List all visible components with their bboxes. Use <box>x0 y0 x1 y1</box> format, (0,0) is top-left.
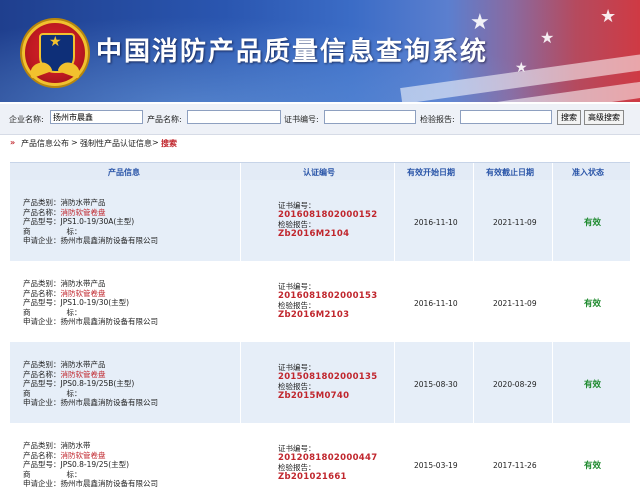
report-label: 检验报告: <box>420 115 455 124</box>
product-model: 产品型号：JPS0.8-19/25B(主型) <box>23 379 135 388</box>
product-model: 产品型号：JPS0.8-19/25(主型) <box>23 460 130 469</box>
cert-number-link[interactable]: 2016081802000153 <box>278 291 377 302</box>
page-title: 中国消防产品质量信息查询系统 <box>96 37 489 67</box>
breadcrumb-item-search: 搜索 <box>161 139 177 148</box>
product-brand: 商标： <box>23 469 82 479</box>
report-number-link[interactable]: Zb2016M2104 <box>278 229 377 240</box>
breadcrumb-separator: > <box>71 138 78 147</box>
breadcrumb-separator: > <box>152 138 159 147</box>
header-banner: ★ ★ ★ ★ ★ 中国消防产品质量信息查询系统 <box>0 0 640 102</box>
cert-cell: 证书编号： 2016081802000152 检验报告： Zb2016M2104 <box>278 201 378 240</box>
breadcrumb-arrow-icon: » <box>10 138 16 147</box>
status-badge: 有效 <box>584 380 602 390</box>
start-date: 2016-11-10 <box>414 299 458 308</box>
product-label: 产品名称: <box>147 115 182 124</box>
product-name-line: 产品名称：消防软管卷盘 <box>23 288 106 298</box>
column-header-product-info: 产品信息 <box>108 168 140 177</box>
product-info-cell: 产品类别：消防水带 产品名称：消防软管卷盘 产品型号：JPS0.8-19/25(… <box>23 441 158 489</box>
company-name-input[interactable] <box>50 110 143 124</box>
end-date: 2017-11-26 <box>493 461 537 470</box>
product-name-input[interactable] <box>187 110 281 124</box>
product-info-cell: 产品类别：消防水带产品 产品名称：消防软管卷盘 产品型号：JPS1.0-19/3… <box>23 279 158 327</box>
product-name-link[interactable]: 消防软管卷盘 <box>61 289 106 298</box>
product-category: 产品类别：消防水带产品 <box>23 360 106 369</box>
cert-number-link[interactable]: 2012081802000447 <box>278 453 377 464</box>
star-icon: ★ <box>600 6 617 27</box>
end-date: 2021-11-09 <box>493 218 537 227</box>
report-number-link[interactable]: Zb2016M2103 <box>278 310 377 321</box>
product-brand: 商标： <box>23 388 82 398</box>
start-date: 2016-11-10 <box>414 218 458 227</box>
search-button[interactable]: 搜索 <box>557 110 581 125</box>
star-icon: ★ <box>540 28 555 47</box>
applicant-company: 申请企业：扬州市晨鑫消防设备有限公司 <box>23 398 158 407</box>
breadcrumb-item-ccc-info[interactable]: 强制性产品认证信息 <box>80 138 152 149</box>
table-header: 产品信息 认证编号 有效开始日期 有效截止日期 准入状态 <box>10 162 630 181</box>
breadcrumb-item-product-info[interactable]: 产品信息公布 <box>21 138 69 149</box>
column-header-end-date: 有效截止日期 <box>486 168 534 177</box>
product-name-link[interactable]: 消防软管卷盘 <box>61 208 106 217</box>
report-number-link[interactable]: Zb2015M0740 <box>278 391 377 402</box>
status-badge: 有效 <box>584 218 602 228</box>
breadcrumb: » 产品信息公布 > 强制性产品认证信息 > 搜索 <box>0 134 640 150</box>
table-row[interactable]: 产品类别：消防水带产品 产品名称：消防软管卷盘 产品型号：JPS1.0-19/3… <box>10 180 630 261</box>
end-date: 2020-08-29 <box>493 380 537 389</box>
product-name-line: 产品名称：消防软管卷盘 <box>23 207 106 217</box>
status-badge: 有效 <box>584 299 602 309</box>
product-brand: 商标： <box>23 307 82 317</box>
applicant-company: 申请企业：扬州市晨鑫消防设备有限公司 <box>23 479 158 488</box>
end-date: 2021-11-09 <box>493 299 537 308</box>
column-header-cert-no: 认证编号 <box>303 168 335 177</box>
cert-cell: 证书编号： 2016081802000153 检验报告： Zb2016M2103 <box>278 282 378 321</box>
product-name-line: 产品名称：消防软管卷盘 <box>23 369 106 379</box>
product-name-line: 产品名称：消防软管卷盘 <box>23 450 106 460</box>
cert-cell: 证书编号： 2012081802000447 检验报告： Zb201021661 <box>278 444 378 483</box>
search-bar: 企业名称: 产品名称: 证书编号: 检验报告: 搜索 高级搜索 <box>0 104 640 135</box>
applicant-company: 申请企业：扬州市晨鑫消防设备有限公司 <box>23 236 158 245</box>
column-header-status: 准入状态 <box>572 168 604 177</box>
product-category: 产品类别：消防水带 <box>23 441 91 450</box>
product-name-link[interactable]: 消防软管卷盘 <box>61 370 106 379</box>
cert-label: 证书编号: <box>284 115 319 124</box>
cert-number-link[interactable]: 2016081802000152 <box>278 210 377 221</box>
company-label: 企业名称: <box>9 115 44 124</box>
cert-number-input[interactable] <box>324 110 416 124</box>
product-model: 产品型号：JPS1.0-19/30A(主型) <box>23 217 135 226</box>
police-emblem-icon: ★ <box>22 20 88 86</box>
star-icon: ★ <box>515 60 528 76</box>
report-number-link[interactable]: Zb201021661 <box>278 472 377 483</box>
product-info-cell: 产品类别：消防水带产品 产品名称：消防软管卷盘 产品型号：JPS0.8-19/2… <box>23 360 158 408</box>
product-model: 产品型号：JPS1.0-19/30(主型) <box>23 298 130 307</box>
applicant-company: 申请企业：扬州市晨鑫消防设备有限公司 <box>23 317 158 326</box>
product-category: 产品类别：消防水带产品 <box>23 279 106 288</box>
table-row[interactable]: 产品类别：消防水带 产品名称：消防软管卷盘 产品型号：JPS0.8-19/25(… <box>10 423 630 504</box>
advanced-search-button[interactable]: 高级搜索 <box>584 110 624 125</box>
product-name-link[interactable]: 消防软管卷盘 <box>61 451 106 460</box>
status-badge: 有效 <box>584 461 602 471</box>
table-row[interactable]: 产品类别：消防水带产品 产品名称：消防软管卷盘 产品型号：JPS1.0-19/3… <box>10 261 630 342</box>
product-brand: 商标： <box>23 226 82 236</box>
column-header-start-date: 有效开始日期 <box>407 168 455 177</box>
product-info-cell: 产品类别：消防水带产品 产品名称：消防软管卷盘 产品型号：JPS1.0-19/3… <box>23 198 158 246</box>
report-number-input[interactable] <box>460 110 552 124</box>
cert-number-link[interactable]: 2015081802000135 <box>278 372 377 383</box>
product-category: 产品类别：消防水带产品 <box>23 198 106 207</box>
table-row[interactable]: 产品类别：消防水带产品 产品名称：消防软管卷盘 产品型号：JPS0.8-19/2… <box>10 342 630 423</box>
start-date: 2015-03-19 <box>414 461 458 470</box>
start-date: 2015-08-30 <box>414 380 458 389</box>
cert-cell: 证书编号： 2015081802000135 检验报告： Zb2015M0740 <box>278 363 378 402</box>
